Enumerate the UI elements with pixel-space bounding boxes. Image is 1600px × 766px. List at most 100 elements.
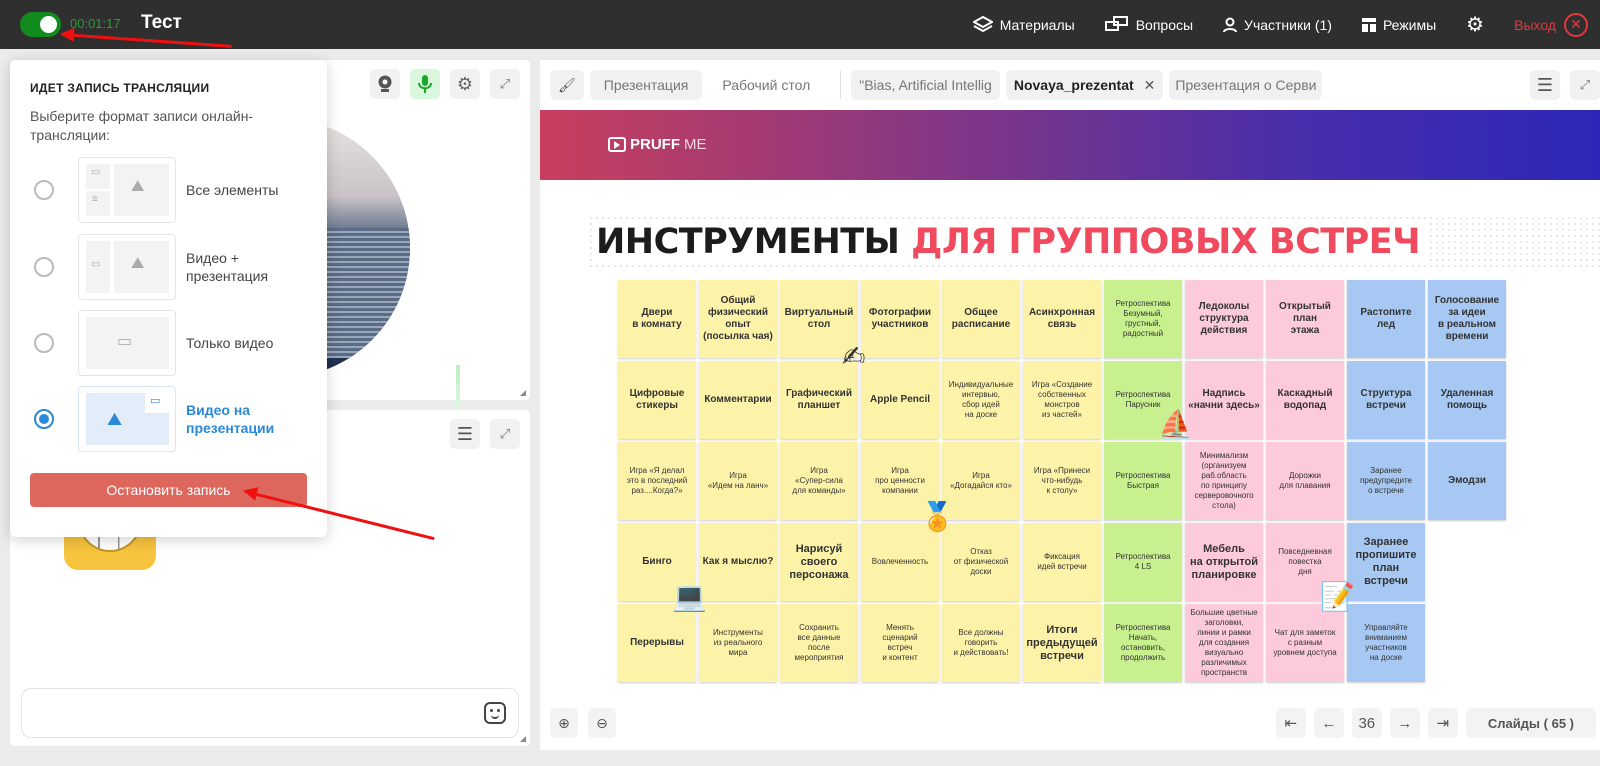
nav-questions[interactable]: Вопросы [1104, 15, 1193, 34]
sticky-note: Каскадный водопад [1266, 361, 1344, 439]
image-icon: ⛰ [131, 178, 145, 195]
arrow-left-icon: ← [1321, 714, 1337, 732]
format-label-all: Все элементы [186, 182, 279, 198]
zoom-in-icon: ⊕ [558, 714, 570, 731]
sticky-note: Заранее пропишите план встречи [1347, 523, 1425, 601]
recording-toggle[interactable] [20, 12, 61, 37]
sticky-note: Ретроспектива 4 LS [1104, 523, 1182, 601]
slide-headline: ИНСТРУМЕНТЫ ДЛЯ ГРУППОВЫХ ВСТРЕЧ [596, 222, 1426, 262]
last-page-icon: ⇥ [1436, 715, 1450, 732]
format-label-video-presentation: Видео + презентация [186, 250, 269, 284]
sticky-notes-grid: Двери в комнату Общий физический опыт (по… [618, 280, 1506, 682]
brush-button[interactable]: 🖌 [550, 70, 584, 100]
tab-desktop[interactable]: Рабочий стол [708, 70, 824, 100]
file-tab-service[interactable]: Презентация о Серви [1169, 70, 1323, 100]
format-thumb-video-only: ▭ [78, 310, 176, 376]
nav-participants-label: Участники (1) [1244, 16, 1332, 33]
file-tab-label: Novaya_prezentat [1013, 77, 1134, 93]
writing-hand-emoji: ✍ [842, 341, 866, 372]
chat-input-box [21, 688, 519, 738]
stop-recording-button[interactable]: Остановить запись [30, 473, 307, 507]
format-option-video-presentation[interactable]: ▭ ⛰ Видео + презентация [34, 234, 286, 300]
sticky-note: Ретроспектива Начать, остановить, продол… [1104, 604, 1182, 682]
video-camera-icon: ▭ [117, 333, 133, 350]
close-tab-icon[interactable]: ✕ [1144, 77, 1156, 94]
format-thumb-all: ▭ ≡ ⛰ [78, 157, 176, 223]
resize-handle[interactable] [520, 390, 526, 396]
slide-header-band: PRUFF ME [540, 110, 1600, 180]
slides-list-button[interactable]: Слайды ( 65 ) [1465, 708, 1596, 738]
first-slide-button[interactable]: ⇤ [1275, 708, 1306, 738]
zoom-out-button[interactable]: ⊖ [588, 708, 616, 738]
nav-participants[interactable]: Участники (1) [1223, 17, 1332, 33]
sticky-note: Удаленная помощь [1428, 361, 1506, 439]
sticky-note: Вовлеченность [861, 523, 939, 601]
tab-presentation[interactable]: Презентация [589, 70, 703, 100]
video-toolbar: ⚙ ⤢ [370, 69, 520, 99]
sticky-note: Мебель на открытой планировке [1185, 523, 1263, 601]
format-option-video-on-presentation[interactable]: ▭ ⛰ Видео на презентации [34, 386, 327, 452]
format-option-all[interactable]: ▭ ≡ ⛰ Все элементы [34, 157, 278, 223]
sticky-note: Итоги предыдущей встречи [1023, 604, 1101, 682]
nav-materials[interactable]: Материалы [972, 15, 1075, 34]
gear-icon: ⚙ [1466, 14, 1485, 36]
sticky-note: Общее расписание [942, 280, 1020, 358]
format-radio-all[interactable] [34, 180, 54, 200]
sticky-note: Как я мыслю? [699, 523, 777, 601]
resize-handle[interactable] [520, 736, 526, 742]
popup-description: Выберите формат записи онлайн-трансляции… [30, 108, 254, 143]
file-tab-bias[interactable]: "Bias, Artificial Intellig [851, 70, 1000, 100]
sticky-note: Дорожки для плавания [1266, 442, 1344, 520]
format-radio-video-only[interactable] [34, 333, 54, 353]
presentation-expand-button[interactable]: ⤢ [1570, 70, 1600, 100]
format-radio-video-on-presentation[interactable] [34, 409, 54, 429]
recording-timer: 00:01:17 [70, 16, 121, 31]
sticky-note: Надпись «начни здесь» [1185, 361, 1263, 439]
sticky-note: Управляйте вниманием участников на доске [1347, 604, 1425, 682]
sticky-note: Игра «Идем на ланч» [699, 442, 777, 520]
sticky-note: Apple Pencil [861, 361, 939, 439]
close-circle-icon: ✕ [1564, 12, 1588, 37]
sticky-note: Индивидуальные интервью, сбор идей на до… [942, 361, 1020, 439]
emoji-picker-icon[interactable] [484, 702, 506, 724]
microphone-button[interactable] [410, 69, 440, 99]
first-page-icon: ⇤ [1284, 715, 1298, 732]
logo-suffix: ME [684, 136, 707, 153]
popup-heading: ИДЕТ ЗАПИСЬ ТРАНСЛЯЦИИ [30, 81, 210, 95]
sticky-note: Все должны говорить и действовать! [942, 604, 1020, 682]
sticky-note: Двери в комнату [618, 280, 696, 358]
expand-icon: ⤢ [499, 76, 511, 91]
slide-canvas: PRUFF ME ИНСТРУМЕНТЫ ДЛЯ ГРУППОВЫХ ВСТРЕЧ… [540, 110, 1600, 700]
webcam-button[interactable] [370, 69, 400, 99]
user-icon [1223, 17, 1238, 32]
format-option-video-only[interactable]: ▭ Только видео [34, 310, 273, 376]
format-radio-video-presentation[interactable] [34, 257, 54, 277]
chat-input[interactable] [22, 689, 462, 737]
video-expand-button[interactable]: ⤢ [490, 69, 520, 99]
presentation-menu-button[interactable]: ☰ [1530, 70, 1560, 100]
sticky-note: Растопите лед [1347, 280, 1425, 358]
sticky-note: Голосование за идеи в реальном времени [1428, 280, 1506, 358]
settings-button[interactable]: ⚙ [1466, 12, 1484, 37]
current-slide-number[interactable]: 36 [1351, 708, 1382, 738]
sticky-note: Нарисуй своего персонажа [780, 523, 858, 601]
next-slide-button[interactable]: → [1389, 708, 1420, 738]
chat-menu-button[interactable]: ☰ [450, 419, 480, 449]
recording-popup: ИДЕТ ЗАПИСЬ ТРАНСЛЯЦИИ Выберите формат з… [10, 60, 327, 537]
nav-modes[interactable]: Режимы [1361, 17, 1436, 33]
sticky-note: Большие цветные заголовки, линии и рамки… [1185, 604, 1263, 682]
sticky-note: Комментарии [699, 361, 777, 439]
sticky-note: Структура встречи [1347, 361, 1425, 439]
file-tab-novaya[interactable]: Novaya_prezentat ✕ [1005, 70, 1164, 100]
arrow-right-icon: → [1397, 714, 1413, 732]
exit-button[interactable]: Выход ✕ [1514, 12, 1588, 37]
prev-slide-button[interactable]: ← [1313, 708, 1344, 738]
video-settings-button[interactable]: ⚙ [450, 69, 480, 99]
sticky-note: Фотографии участников [861, 280, 939, 358]
last-slide-button[interactable]: ⇥ [1427, 708, 1458, 738]
sticky-note: Фиксация идей встречи [1023, 523, 1101, 601]
chat-expand-button[interactable]: ⤢ [490, 419, 520, 449]
zoom-in-button[interactable]: ⊕ [550, 708, 578, 738]
logo-icon [608, 137, 626, 152]
image-icon: ⛰ [131, 255, 145, 272]
